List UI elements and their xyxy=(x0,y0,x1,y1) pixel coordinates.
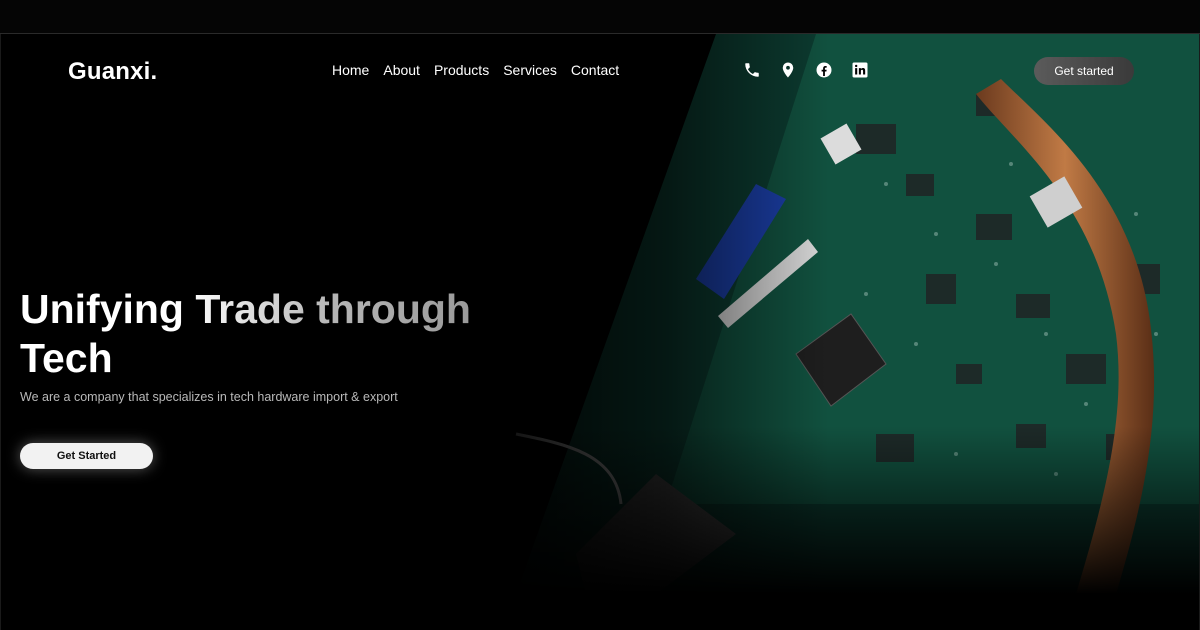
main-nav: Home About Products Services Contact xyxy=(332,62,619,78)
hero-section: Guanxi. Home About Products Services Con… xyxy=(0,34,1200,630)
header-icons xyxy=(743,61,869,79)
linkedin-icon[interactable] xyxy=(851,61,869,79)
location-pin-icon[interactable] xyxy=(779,61,797,79)
nav-link-services[interactable]: Services xyxy=(503,62,557,78)
phone-icon[interactable] xyxy=(743,61,761,79)
browser-top-bar xyxy=(0,0,1200,34)
nav-link-contact[interactable]: Contact xyxy=(571,62,619,78)
nav-link-home[interactable]: Home xyxy=(332,62,369,78)
hero-circuit-board-image xyxy=(456,34,1199,594)
nav-link-about[interactable]: About xyxy=(383,62,420,78)
hero-headline: Unifying Trade through Tech xyxy=(20,285,540,383)
get-started-header-button[interactable]: Get started xyxy=(1034,57,1134,85)
facebook-icon[interactable] xyxy=(815,61,833,79)
nav-link-products[interactable]: Products xyxy=(434,62,489,78)
hero-subtitle: We are a company that specializes in tec… xyxy=(20,390,398,404)
brand-logo[interactable]: Guanxi. xyxy=(68,58,157,86)
get-started-hero-button[interactable]: Get Started xyxy=(20,443,153,469)
